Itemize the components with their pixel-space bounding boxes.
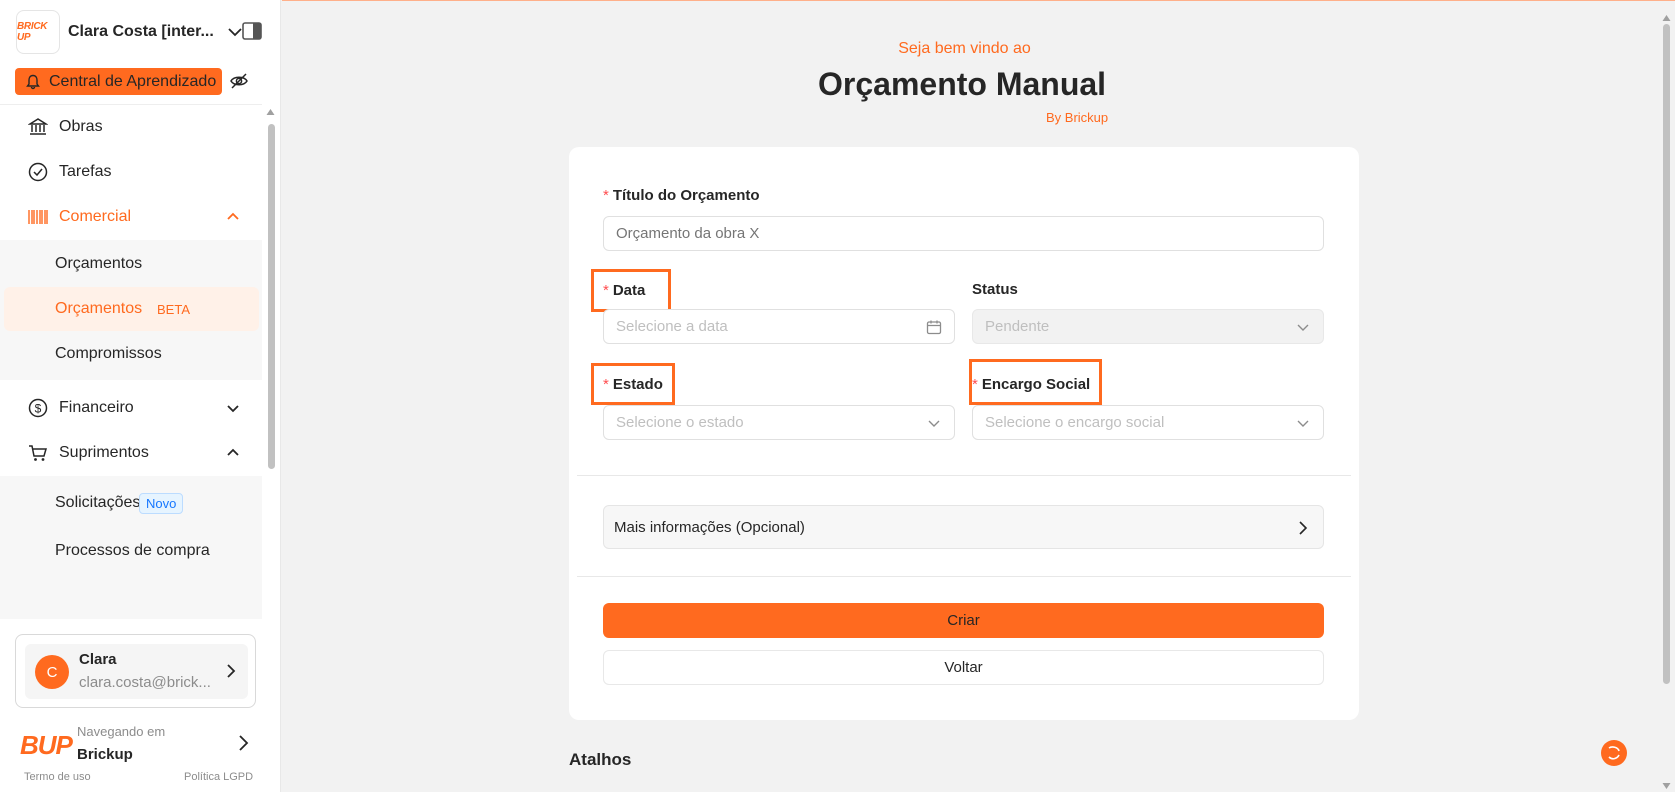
user-card-inner: C Clara clara.costa@brick... [25,644,248,699]
date-label: * Data [603,282,646,299]
sidebar-item-label: Comercial [59,208,132,225]
cart-icon [27,442,49,464]
workspace-name: Brickup [77,746,133,763]
page-scrollbar[interactable] [1662,14,1671,792]
account-name: Clara Costa [inter... [68,23,214,40]
scroll-up-icon[interactable] [1662,14,1671,22]
sidebar-scroll-thumb[interactable] [268,124,275,469]
chevron-up-icon [227,448,239,456]
sidebar-subitem-processos[interactable]: Processos de compra [0,529,262,573]
user-email: clara.costa@brick... [79,674,211,691]
sidebar-item-label: Obras [59,118,103,135]
sidebar-item-suprimentos[interactable]: Suprimentos [0,431,262,475]
more-info-label: Mais informações (Opcional) [614,518,805,536]
sidebar-item-tarefas[interactable]: Tarefas [0,150,262,194]
sidebar-item-label: Tarefas [59,163,112,180]
sidebar-subitem-solicitacoes[interactable]: Solicitações Novo [0,481,262,525]
svg-text:$: $ [35,402,42,416]
title-input[interactable] [603,216,1324,251]
privacy-link[interactable]: Política LGPD [184,771,253,783]
estado-label: * Estado [603,376,663,393]
chevron-right-icon [239,735,249,751]
page-scroll-thumb[interactable] [1663,24,1670,684]
page-title: Orçamento Manual [818,66,1107,102]
sidebar-subitem-orcamentos[interactable]: Orçamentos [0,242,262,286]
calendar-icon [926,320,942,335]
sidebar-scrollbar[interactable] [266,108,275,618]
sidebar-item-label: Orçamentos [55,255,143,272]
sidebar-item-obras[interactable]: Obras [0,105,262,149]
chevron-right-icon [1299,521,1308,535]
sidebar: BRICK UP Clara Costa [inter... Central d… [0,0,281,792]
status-value: Pendente [985,318,1050,335]
estado-select[interactable]: Selecione o estado [603,405,955,440]
date-placeholder: Selecione a data [616,318,728,335]
sidebar-item-label: Orçamentos [55,300,143,317]
chevron-down-icon [1297,324,1309,331]
divider [577,475,1351,476]
user-name: Clara [79,651,117,668]
sidebar-item-label: Solicitações [55,494,141,511]
bell-icon [26,74,40,89]
chevron-up-icon [227,212,239,220]
title-label: * Título do Orçamento [603,187,760,204]
sidebar-item-label: Financeiro [59,399,134,416]
suprimentos-submenu: Solicitações Novo Processos de compra [0,476,262,619]
chevron-down-icon [1297,420,1309,427]
sidebar-subitem-orcamentos-beta[interactable]: Orçamentos BETA [4,287,259,331]
learning-center-button[interactable]: Central de Aprendizado [15,68,222,95]
top-accent-line [282,0,1675,1]
workspace-switcher[interactable]: BUP Navegando em Brickup [20,720,260,768]
create-button[interactable]: Criar [603,603,1324,638]
barcode-icon [27,206,49,228]
sidebar-item-comercial[interactable]: Comercial [0,195,262,239]
chevron-down-icon [227,405,239,413]
welcome-text: Seja bem vindo ao [898,40,1031,57]
status-select: Pendente [972,309,1324,344]
beta-badge: BETA [153,299,194,319]
user-card[interactable]: C Clara clara.costa@brick... [15,634,256,708]
learning-center-label: Central de Aprendizado [49,72,217,90]
chevron-right-icon [227,664,236,678]
sidebar-item-financeiro[interactable]: $ Financeiro [0,386,262,430]
sidebar-collapse-icon[interactable] [242,22,262,40]
estado-placeholder: Selecione o estado [616,414,744,431]
date-picker[interactable]: Selecione a data [603,309,955,344]
navigating-label: Navegando em [77,724,166,739]
terms-link[interactable]: Termo de uso [24,771,91,783]
comercial-submenu: Orçamentos Orçamentos BETA Compromissos [0,240,262,380]
brand-logo: BUP [20,730,73,760]
sidebar-item-label: Compromissos [55,345,162,362]
novo-badge: Novo [139,492,184,514]
bank-icon [27,116,49,138]
encargo-placeholder: Selecione o encargo social [985,414,1165,431]
shortcuts-title: Atalhos [569,750,632,769]
avatar: C [35,655,69,689]
chat-icon [1608,746,1620,760]
status-label: Status [972,281,1018,298]
eye-off-icon[interactable] [229,71,249,91]
scroll-down-icon[interactable] [1662,782,1671,790]
help-chat-button[interactable] [1601,740,1627,766]
check-circle-icon [27,161,49,183]
sidebar-item-label: Suprimentos [59,444,149,461]
scroll-up-icon[interactable] [266,108,275,116]
dollar-circle-icon: $ [27,397,49,419]
more-info-collapse[interactable]: Mais informações (Opcional) [603,505,1324,549]
back-button[interactable]: Voltar [603,650,1324,685]
encargo-label: * Encargo Social [972,376,1091,393]
sidebar-item-label: Processos de compra [55,542,210,559]
chevron-down-icon [928,420,940,427]
sidebar-subitem-compromissos[interactable]: Compromissos [0,332,262,376]
encargo-select[interactable]: Selecione o encargo social [972,405,1324,440]
sidebar-menu: Obras Tarefas Comercial Orçamentos Orçam… [0,104,262,619]
budget-form: *Título do Orçamento *Data Selecione a d… [569,147,1359,720]
divider [577,576,1351,577]
by-brickup: By Brickup [1046,110,1109,125]
